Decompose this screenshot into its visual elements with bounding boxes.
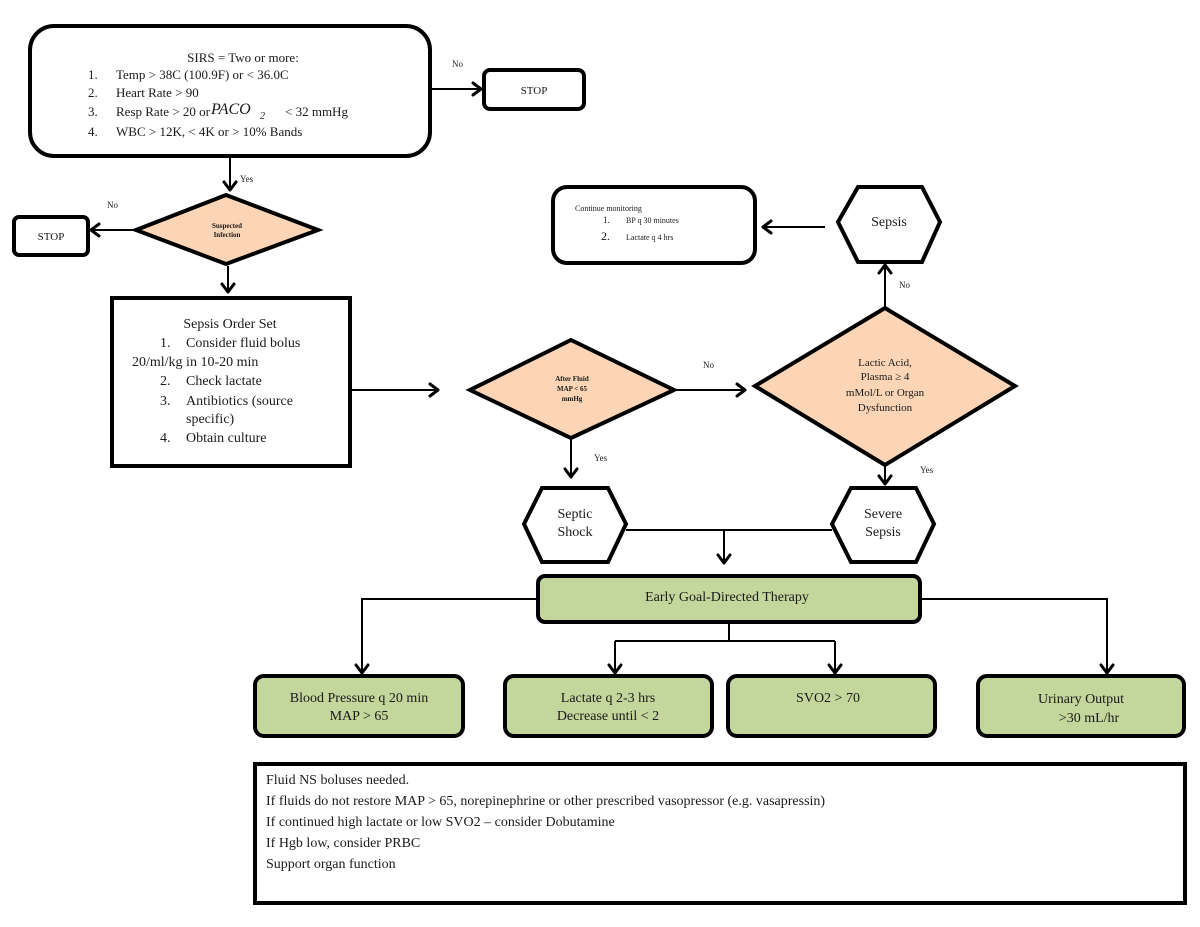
edge-sirs-no: No: [430, 59, 483, 97]
goal-text: MAP > 65: [330, 709, 389, 724]
monitoring-item-text: BP q 30 minutes: [626, 216, 679, 225]
order-item-num: 1.: [160, 336, 171, 351]
stop-label: STOP: [38, 231, 65, 243]
decision-text: After Fluid: [555, 375, 589, 383]
treatment-notes-box: Fluid NS boluses needed. If fluids do no…: [253, 762, 1187, 905]
goal-blood-pressure: Blood Pressure q 20 min MAP > 65: [253, 674, 465, 738]
order-set-title: Sepsis Order Set: [183, 317, 276, 332]
goal-text: >30 mL/hr: [1059, 711, 1120, 726]
septic-shock-hexagon: Septic Shock: [521, 486, 629, 564]
order-item-text: Check lactate: [186, 374, 262, 389]
goal-text: SVO2 > 70: [796, 691, 860, 706]
note-line: If Hgb low, consider PRBC: [266, 836, 420, 851]
edge-orderset-to-afterfluid: [350, 382, 440, 398]
edge-infection-no: No: [89, 200, 134, 238]
decision-text: Plasma ≥ 4: [861, 371, 910, 383]
sirs-item-num: 3.: [88, 104, 98, 119]
edge-infection-yes: [220, 266, 236, 294]
edge-label-no: No: [107, 200, 118, 210]
goal-text: Urinary Output: [1038, 692, 1124, 707]
order-item-text: Antibiotics (source: [186, 394, 293, 409]
goal-urinary-output: Urinary Output >30 mL/hr: [976, 674, 1186, 738]
suspected-infection-decision: Suspected Infection: [130, 192, 324, 267]
decision-text: Lactic Acid,: [858, 357, 912, 369]
sepsis-flowchart: SIRS = Two or more: 1. Temp > 38C (100.9…: [12, 24, 1187, 905]
stop-box-top: STOP: [482, 68, 586, 111]
sirs-item-num: 1.: [88, 67, 98, 82]
order-item-text: Consider fluid bolus: [186, 336, 300, 351]
monitoring-item-text: Lactate q 4 hrs: [626, 233, 673, 242]
lactic-acid-decision: Lactic Acid, Plasma ≥ 4 mMol/L or Organ …: [751, 305, 1019, 468]
edge-label-no: No: [703, 360, 714, 370]
goal-text: Blood Pressure q 20 min: [290, 691, 428, 706]
edge-sepsis-to-monitoring: [761, 219, 825, 235]
goal-svo2: SVO2 > 70: [726, 674, 937, 738]
order-item-text: Obtain culture: [186, 431, 266, 446]
order-item-num: 4.: [160, 431, 171, 446]
order-item-num: 2.: [160, 374, 171, 389]
note-line: Fluid NS boluses needed.: [266, 773, 409, 788]
sirs-item-text: Heart Rate > 90: [116, 85, 199, 100]
edge-label-yes: Yes: [240, 174, 254, 184]
sirs-item-suffix: < 32 mmHg: [285, 104, 348, 119]
edge-sirs-yes: Yes: [222, 157, 254, 192]
decision-text: Dysfunction: [858, 402, 913, 414]
severe-sepsis-label: Severe: [864, 507, 902, 522]
sirs-title: SIRS = Two or more:: [187, 50, 299, 65]
note-line: Support organ function: [266, 857, 396, 872]
severe-sepsis-hexagon: Severe Sepsis: [829, 486, 937, 564]
sirs-item-text: Temp > 38C (100.9F) or < 36.0C: [116, 67, 289, 82]
goal-text: Decrease until < 2: [557, 709, 659, 724]
sirs-criteria-box: SIRS = Two or more: 1. Temp > 38C (100.9…: [28, 24, 432, 158]
decision-text: MAP < 65: [557, 385, 588, 393]
edge-lactic-no: No: [877, 263, 910, 306]
sirs-item-num: 2.: [88, 85, 98, 100]
early-goal-directed-therapy-box: Early Goal-Directed Therapy: [536, 574, 922, 624]
stop-box-left: STOP: [12, 215, 90, 257]
continue-monitoring-box: Continue monitoring 1. BP q 30 minutes 2…: [551, 185, 757, 265]
stop-label: STOP: [521, 85, 548, 97]
goal-lactate: Lactate q 2-3 hrs Decrease until < 2: [503, 674, 714, 738]
order-item-num: 3.: [160, 394, 171, 409]
sirs-item-text: Resp Rate > 20 or: [116, 104, 211, 119]
decision-text: Infection: [214, 231, 241, 239]
note-line: If fluids do not restore MAP > 65, norep…: [266, 794, 825, 809]
sirs-item-text: WBC > 12K, < 4K or > 10% Bands: [116, 124, 302, 139]
sepsis-order-set-box: Sepsis Order Set 1. Consider fluid bolus…: [110, 296, 352, 468]
sepsis-hexagon: Sepsis: [835, 185, 943, 264]
paco2-subscript: 2: [260, 111, 265, 122]
sepsis-label: Sepsis: [871, 215, 907, 230]
edge-label-no: No: [452, 59, 463, 69]
severe-sepsis-label: Sepsis: [865, 525, 901, 540]
decision-text: mmHg: [562, 395, 583, 403]
order-item-text: specific): [186, 412, 235, 427]
egdt-label: Early Goal-Directed Therapy: [645, 590, 809, 605]
edge-label-no: No: [899, 280, 910, 290]
monitoring-title: Continue monitoring: [575, 204, 642, 213]
decision-text: mMol/L or Organ: [846, 387, 925, 399]
monitoring-item-num: 1.: [603, 215, 610, 225]
after-fluid-map-decision: After Fluid MAP < 65 mmHg: [465, 337, 679, 441]
sirs-item-num: 4.: [88, 124, 98, 139]
decision-text: Suspected: [212, 222, 242, 230]
septic-shock-label: Septic: [558, 507, 593, 522]
note-line: If continued high lactate or low SVO2 – …: [266, 815, 615, 830]
order-item-text: 20/ml/kg in 10-20 min: [132, 355, 258, 370]
edge-afterfluid-no: No: [674, 360, 747, 398]
monitoring-item-num: 2.: [601, 229, 610, 243]
septic-shock-label: Shock: [558, 525, 593, 540]
edge-label-yes: Yes: [920, 465, 934, 475]
goal-text: Lactate q 2-3 hrs: [561, 691, 655, 706]
edge-afterfluid-yes: Yes: [563, 438, 608, 479]
edge-merge-to-egdt: [626, 529, 832, 565]
paco2-formula: PACO: [210, 101, 251, 118]
edge-lactic-yes: Yes: [877, 465, 934, 486]
edge-label-yes: Yes: [594, 453, 608, 463]
